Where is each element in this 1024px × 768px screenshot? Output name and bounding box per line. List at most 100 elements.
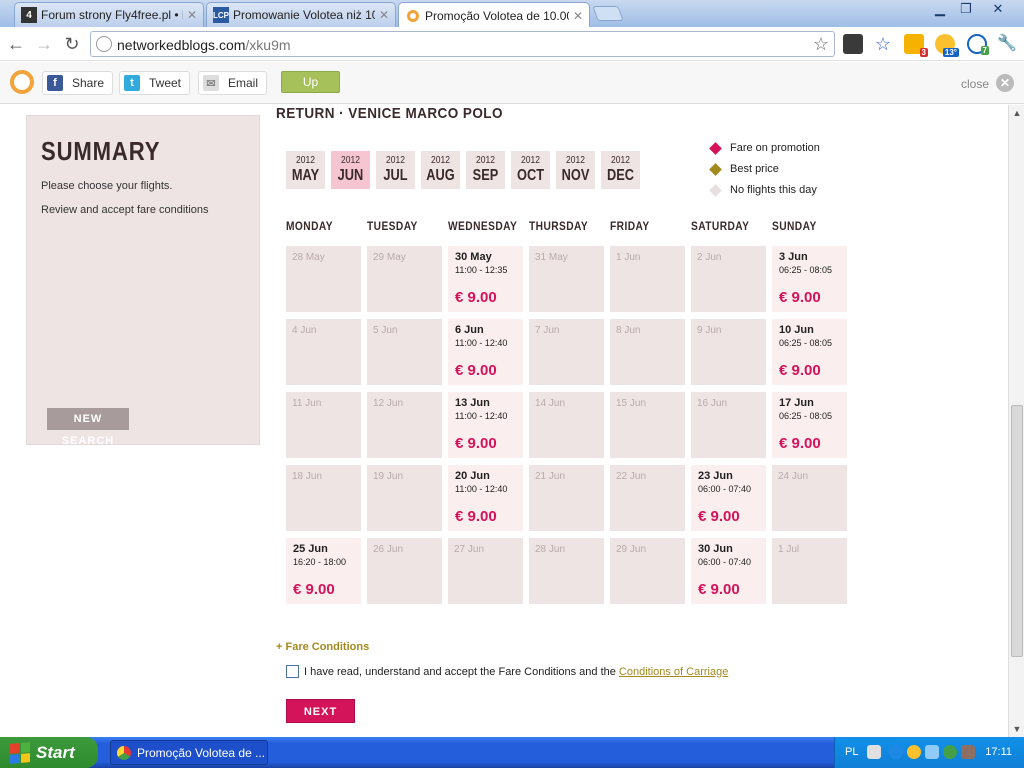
forward-icon[interactable]: →	[33, 33, 55, 55]
close-icon[interactable]: ✕	[996, 74, 1014, 92]
page-scrollbar[interactable]: ▲ ▼	[1008, 105, 1024, 737]
day-date: 26 Jun	[373, 544, 404, 555]
calendar-day-flight[interactable]: 3 Jun 06:25 - 08:05 € 9.00	[772, 246, 847, 312]
weekday-sunday: SUNDAY	[772, 219, 817, 233]
new-search-button[interactable]: NEW SEARCH	[47, 408, 129, 447]
up-button[interactable]: Up	[281, 71, 340, 93]
month-year: 2012	[296, 155, 315, 166]
calendar-day-flight[interactable]: 17 Jun 06:25 - 08:05 € 9.00	[772, 392, 847, 458]
month-nov[interactable]: 2012 NOV	[556, 151, 595, 189]
month-jun[interactable]: 2012 JUN	[331, 151, 370, 189]
scroll-up-icon[interactable]: ▲	[1009, 105, 1024, 121]
address-bar[interactable]: networkedblogs.com/xku9m ☆	[90, 31, 835, 57]
calendar-day-flight[interactable]: 6 Jun 11:00 - 12:40 € 9.00	[448, 319, 523, 385]
start-button[interactable]: Start	[0, 737, 98, 768]
calendar-day-flight[interactable]: 30 Jun 06:00 - 07:40 € 9.00	[691, 538, 766, 604]
close-tab-icon[interactable]: ✕	[573, 9, 583, 23]
close-link[interactable]: close	[961, 77, 989, 91]
wrench-icon[interactable]: 🔧	[997, 34, 1017, 54]
networkedblogs-logo[interactable]	[10, 70, 34, 94]
calendar-day-empty: 31 May	[529, 246, 604, 312]
url-text: networkedblogs.com/xku9m	[117, 37, 291, 53]
calendar-day-empty: 15 Jun	[610, 392, 685, 458]
tab-promocao[interactable]: Promoção Volotea de 10.000 b ✕	[398, 2, 590, 28]
back-icon[interactable]: ←	[5, 33, 27, 55]
taskbar-item-chrome[interactable]: Promoção Volotea de ...	[110, 740, 268, 765]
day-date: 22 Jun	[616, 471, 647, 482]
scroll-down-icon[interactable]: ▼	[1009, 721, 1024, 737]
calendar-day-flight[interactable]: 30 May 11:00 - 12:35 € 9.00	[448, 246, 523, 312]
fare-conditions-link[interactable]: + Fare Conditions	[276, 641, 369, 653]
new-tab-button[interactable]	[592, 6, 624, 21]
month-oct[interactable]: 2012 OCT	[511, 151, 550, 189]
day-date: 2 Jun	[697, 252, 722, 263]
day-date: 27 Jun	[454, 544, 485, 555]
month-sep[interactable]: 2012 SEP	[466, 151, 505, 189]
accept-conditions: I have read, understand and accept the F…	[286, 665, 728, 678]
conditions-of-carriage-link[interactable]: Conditions of Carriage	[619, 666, 728, 678]
month-dec[interactable]: 2012 DEC	[601, 151, 640, 189]
flight-time: 11:00 - 12:40	[455, 338, 508, 348]
calendar-day-empty: 12 Jun	[367, 392, 442, 458]
tab-fly4free[interactable]: 4 Forum strony Fly4free.pl • Edy ✕	[14, 2, 204, 27]
close-tab-icon[interactable]: ✕	[187, 8, 197, 22]
share-bar: f Share t Tweet ✉ Email Up close ✕	[0, 62, 1024, 104]
lcp-icon: LCP	[213, 7, 229, 23]
calendar-day-empty: 16 Jun	[691, 392, 766, 458]
bookmark-star-icon[interactable]: ☆	[813, 34, 829, 55]
close-window-icon[interactable]: ✕	[984, 1, 1012, 19]
next-step-button[interactable]: NEXT STEP	[286, 699, 355, 737]
day-date: 11 Jun	[292, 398, 322, 409]
page-content: SUMMARY Please choose your flights. Revi…	[0, 105, 1008, 737]
close-tab-icon[interactable]: ✕	[379, 8, 389, 22]
calendar-day-empty: 14 Jun	[529, 392, 604, 458]
month-label: AUG	[426, 167, 455, 184]
day-date: 5 Jun	[373, 325, 398, 336]
month-jul[interactable]: 2012 JUL	[376, 151, 415, 189]
extension-check-icon[interactable]	[843, 34, 863, 54]
calendar-day-empty: 11 Jun	[286, 392, 361, 458]
month-aug[interactable]: 2012 AUG	[421, 151, 460, 189]
tweet-button[interactable]: t Tweet	[119, 71, 191, 95]
calendar-day-flight[interactable]: 20 Jun 11:00 - 12:40 € 9.00	[448, 465, 523, 531]
calendar-day-flight[interactable]: 25 Jun 16:20 - 18:00 € 9.00	[286, 538, 361, 604]
security-tray-icon[interactable]	[943, 745, 957, 759]
extension-star-icon[interactable]: ☆	[873, 34, 893, 54]
share-button[interactable]: f Share	[42, 71, 114, 95]
calendar-day-flight[interactable]: 13 Jun 11:00 - 12:40 € 9.00	[448, 392, 523, 458]
flight-time: 16:20 - 18:00	[293, 557, 347, 567]
back-arrow-tray-icon[interactable]	[889, 745, 903, 759]
month-may[interactable]: 2012 MAY	[286, 151, 325, 189]
calendar-day-flight[interactable]: 23 Jun 06:00 - 07:40 € 9.00	[691, 465, 766, 531]
app-tray-icon[interactable]	[961, 745, 975, 759]
scroll-thumb[interactable]	[1011, 405, 1023, 657]
section-title: RETURN · VENICE MARCO POLO	[276, 105, 503, 122]
fare-price: € 9.00	[455, 435, 497, 452]
search-extension-icon[interactable]: 7	[967, 34, 989, 55]
accept-checkbox[interactable]	[286, 665, 299, 678]
fly4free-icon: 4	[21, 7, 37, 23]
weather-tray-icon[interactable]	[907, 745, 921, 759]
month-year: 2012	[611, 155, 630, 166]
accept-text: I have read, understand and accept the F…	[304, 665, 616, 678]
fare-price: € 9.00	[779, 362, 821, 379]
calendar-day-flight[interactable]: 10 Jun 06:25 - 08:05 € 9.00	[772, 319, 847, 385]
network-icon[interactable]	[925, 745, 939, 759]
day-date: 1 Jun	[616, 252, 641, 263]
mail-extension-icon[interactable]: 3	[904, 34, 928, 57]
no-flights-diamond-icon	[709, 183, 722, 197]
email-button[interactable]: ✉ Email	[198, 71, 268, 95]
month-year: 2012	[566, 155, 585, 166]
weather-extension-icon[interactable]: 13°	[935, 34, 959, 57]
envelope-icon: ✉	[203, 75, 219, 91]
restore-icon[interactable]: ❐	[952, 1, 980, 19]
keyboard-icon[interactable]	[867, 745, 881, 759]
language-indicator[interactable]: PL	[845, 746, 858, 758]
day-date: 29 Jun	[616, 544, 647, 555]
tab-promowanie[interactable]: LCP Promowanie Volotea niż 10.000 ✕	[206, 2, 396, 27]
minimize-icon[interactable]: ▁	[926, 1, 954, 19]
reload-icon[interactable]: ↻	[61, 33, 83, 55]
tab-strip: 4 Forum strony Fly4free.pl • Edy ✕ LCP P…	[0, 0, 1024, 28]
calendar-day-empty: 8 Jun	[610, 319, 685, 385]
clock: 17:11	[985, 746, 1012, 758]
